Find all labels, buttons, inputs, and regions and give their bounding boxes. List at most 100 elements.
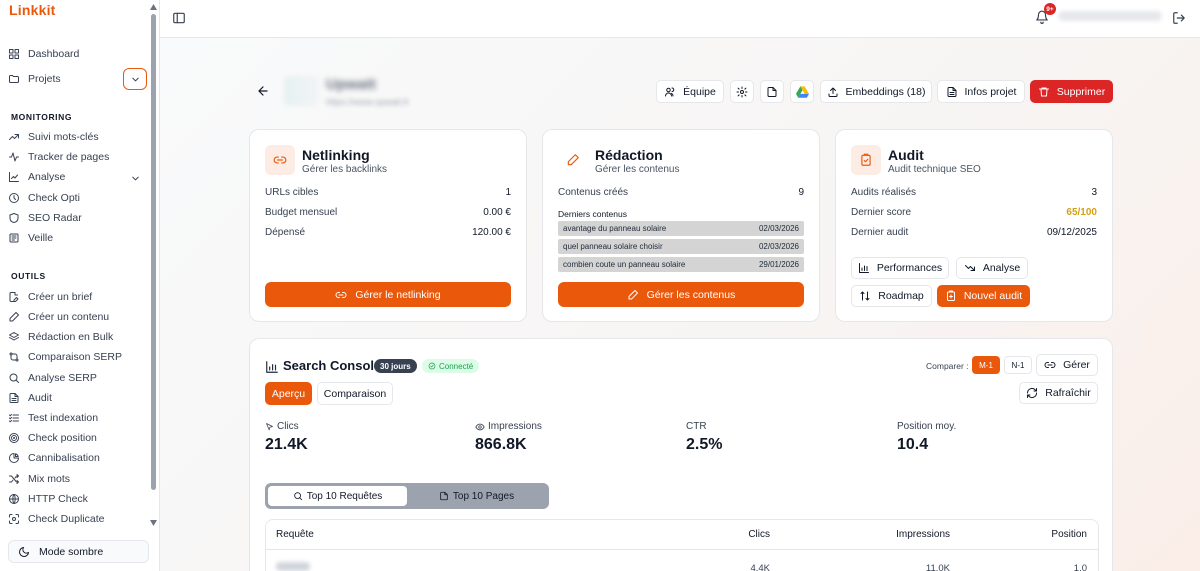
manage-search-console-button[interactable]: Gérer xyxy=(1036,354,1098,376)
link-icon xyxy=(273,156,287,164)
tab-comparaison[interactable]: Comparaison xyxy=(317,382,393,405)
manage-netlinking-button[interactable]: Gérer le netlinking xyxy=(265,282,511,307)
sidebar-item-check-opti[interactable]: Check Opti xyxy=(8,189,144,207)
metric-impressions-label: Impressions xyxy=(475,421,542,432)
sidebar-scrollbar[interactable] xyxy=(150,4,157,530)
metric-clicks-value: 21.4K xyxy=(265,436,308,453)
sidebar-item-label: Créer un brief xyxy=(28,291,93,303)
delete-project-button[interactable]: Supprimer xyxy=(1030,80,1113,103)
sidebar-item-redaction-en-bulk[interactable]: Rédaction en Bulk xyxy=(8,328,144,346)
sidebar-item-dashboard[interactable]: Dashboard xyxy=(8,45,144,63)
sidebar-item-label: Test indexation xyxy=(28,412,99,424)
tab-label: Top 10 Pages xyxy=(452,490,515,502)
project-url: https://www.upwatt.fr xyxy=(326,97,410,107)
performances-button[interactable]: Performances xyxy=(851,257,949,279)
column-header-query[interactable]: Requête xyxy=(276,529,314,540)
scroll-thumb[interactable] xyxy=(151,14,156,490)
analyse-button[interactable]: Analyse xyxy=(956,257,1028,279)
arrows-up-down-icon xyxy=(860,291,870,301)
sidebar-item-analyse[interactable]: Analyse xyxy=(8,168,120,186)
sidebar-item-projets[interactable]: Projets xyxy=(8,70,118,88)
sidebar-toggle-icon[interactable] xyxy=(172,11,186,25)
content-title: combien coute un panneau solaire xyxy=(563,260,686,269)
tab-top10-queries[interactable]: Top 10 Requêtes xyxy=(268,486,407,506)
sidebar-item-label: HTTP Check xyxy=(28,493,88,505)
chevron-down-icon[interactable] xyxy=(130,173,141,184)
refresh-button[interactable]: Rafraîchir xyxy=(1019,382,1098,404)
embeddings-button[interactable]: Embeddings (18) xyxy=(820,80,932,103)
stat-value: 9 xyxy=(798,187,804,198)
sidebar-item-cannibalisation[interactable]: Cannibalisation xyxy=(8,449,144,467)
sidebar-item-label: SEO Radar xyxy=(28,212,82,224)
query-cell xyxy=(276,562,310,571)
redaction-subtitle: Gérer les contenus xyxy=(595,164,680,175)
project-info-button[interactable]: Infos projet xyxy=(937,80,1025,103)
recent-content-item[interactable]: combien coute un panneau solaire 29/01/2… xyxy=(558,257,804,272)
content-date: 29/01/2026 xyxy=(758,260,799,269)
settings-button[interactable] xyxy=(730,80,754,103)
sidebar-item-check-duplicate[interactable]: Check Duplicate xyxy=(8,510,144,528)
recent-content-item[interactable]: quel panneau solaire choisir 02/03/2026 xyxy=(558,239,804,254)
sidebar-item-seo-radar[interactable]: SEO Radar xyxy=(8,209,144,227)
stat-value: 09/12/2025 xyxy=(1046,227,1097,238)
sidebar-item-check-position[interactable]: Check position xyxy=(8,429,144,447)
table-row[interactable]: 4.4K 11.0K 1.0 xyxy=(266,551,1098,571)
compare-n1-button[interactable]: N-1 xyxy=(1004,356,1032,374)
stat-label: Dernier score xyxy=(851,207,912,218)
arrow-left-icon[interactable] xyxy=(256,84,270,98)
redaction-card: Rédaction Gérer les contenus Contenus cr… xyxy=(542,129,820,322)
manage-contents-button[interactable]: Gérer les contenus xyxy=(558,282,804,307)
document-button[interactable] xyxy=(760,80,784,103)
tab-comparaison-label: Comparaison xyxy=(323,387,387,400)
refresh-label: Rafraîchir xyxy=(1045,387,1091,399)
google-drive-icon xyxy=(795,85,809,98)
sidebar-item-veille[interactable]: Veille xyxy=(8,229,144,247)
scroll-down-icon[interactable] xyxy=(150,520,157,526)
tab-top10-pages[interactable]: Top 10 Pages xyxy=(407,486,546,506)
new-audit-button[interactable]: Nouvel audit xyxy=(937,285,1030,307)
sidebar-item-audit[interactable]: Audit xyxy=(8,389,144,407)
stat-row: Budget mensuel 0.00 € xyxy=(265,207,511,218)
projects-expand-button[interactable] xyxy=(123,68,147,90)
sidebar-item-creer-un-brief[interactable]: Créer un brief xyxy=(8,288,144,306)
sidebar-item-suivi-mots-cles[interactable]: Suivi mots-clés xyxy=(8,128,144,146)
search-icon xyxy=(9,373,19,383)
stat-label: Dernier audit xyxy=(851,227,909,238)
stat-row: Dernier score 65/100 xyxy=(851,207,1097,218)
delete-button-label: Supprimer xyxy=(1056,85,1106,98)
link-icon xyxy=(335,291,347,298)
sidebar-item-test-indexation[interactable]: Test indexation xyxy=(8,409,144,427)
netlinking-title: Netlinking xyxy=(302,147,370,163)
google-drive-button[interactable] xyxy=(790,80,814,103)
sidebar-item-http-check[interactable]: HTTP Check xyxy=(8,490,144,508)
compare-m1-button[interactable]: M-1 xyxy=(972,356,1000,374)
app-logo[interactable]: Linkkit xyxy=(9,2,56,18)
stat-row: Audits réalisés 3 xyxy=(851,187,1097,198)
content-date: 02/03/2026 xyxy=(758,242,799,251)
dark-mode-button[interactable]: Mode sombre xyxy=(8,540,149,563)
sidebar-item-mix-mots[interactable]: Mix mots xyxy=(8,470,144,488)
recent-content-item[interactable]: avantage du panneau solaire 02/03/2026 xyxy=(558,221,804,236)
sidebar-item-label: Créer un contenu xyxy=(28,311,110,323)
column-header-position[interactable]: Position xyxy=(1051,529,1087,540)
sidebar-item-label: Cannibalisation xyxy=(28,452,100,464)
position-cell: 1.0 xyxy=(1073,563,1087,571)
scroll-up-icon[interactable] xyxy=(150,4,157,10)
logout-icon[interactable] xyxy=(1172,11,1186,25)
trending-down-icon xyxy=(964,265,975,271)
sidebar-item-comparaison-serp[interactable]: Comparaison SERP xyxy=(8,348,144,366)
roadmap-button[interactable]: Roadmap xyxy=(851,285,932,307)
column-header-impressions[interactable]: Impressions xyxy=(896,529,950,540)
column-header-clicks[interactable]: Clics xyxy=(748,529,770,540)
sidebar-item-analyse-serp[interactable]: Analyse SERP xyxy=(8,369,144,387)
metric-label-text: Clics xyxy=(277,421,299,432)
file-icon xyxy=(767,86,777,97)
notification-badge: 9+ xyxy=(1044,3,1056,15)
sidebar-item-creer-un-contenu[interactable]: Créer un contenu xyxy=(8,308,144,326)
team-button[interactable]: Équipe xyxy=(656,80,724,103)
table-header: Requête Clics Impressions Position xyxy=(266,520,1098,550)
sidebar-item-tracker-de-pages[interactable]: Tracker de pages xyxy=(8,148,144,166)
project-logo xyxy=(284,76,320,106)
stat-label: Dépensé xyxy=(265,227,306,238)
tab-apercu[interactable]: Aperçu xyxy=(265,382,312,405)
